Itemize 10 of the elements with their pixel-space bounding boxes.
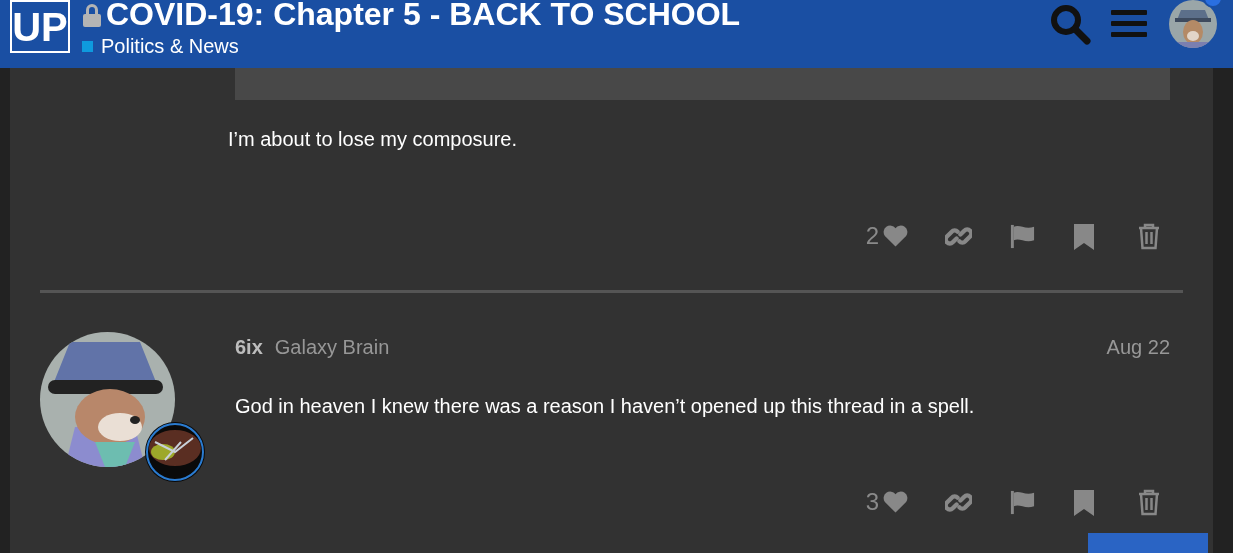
user-title: Galaxy Brain: [274, 335, 390, 360]
like-button[interactable]: 2: [865, 218, 909, 254]
category-link[interactable]: Politics & News: [101, 31, 239, 61]
topic-title[interactable]: COVID-19: Chapter 5 - BACK TO SCHOOL: [106, 0, 741, 30]
post-text: God in heaven I knew there was a reason I haven’t opened up this thread in a spell.: [235, 394, 976, 419]
username[interactable]: 6ix: [235, 332, 263, 362]
post-date[interactable]: Aug 22: [1106, 332, 1170, 362]
logo[interactable]: UP: [10, 0, 70, 53]
post-text: I’m about to lose my composure.: [228, 127, 518, 152]
like-button[interactable]: 3: [865, 484, 909, 520]
